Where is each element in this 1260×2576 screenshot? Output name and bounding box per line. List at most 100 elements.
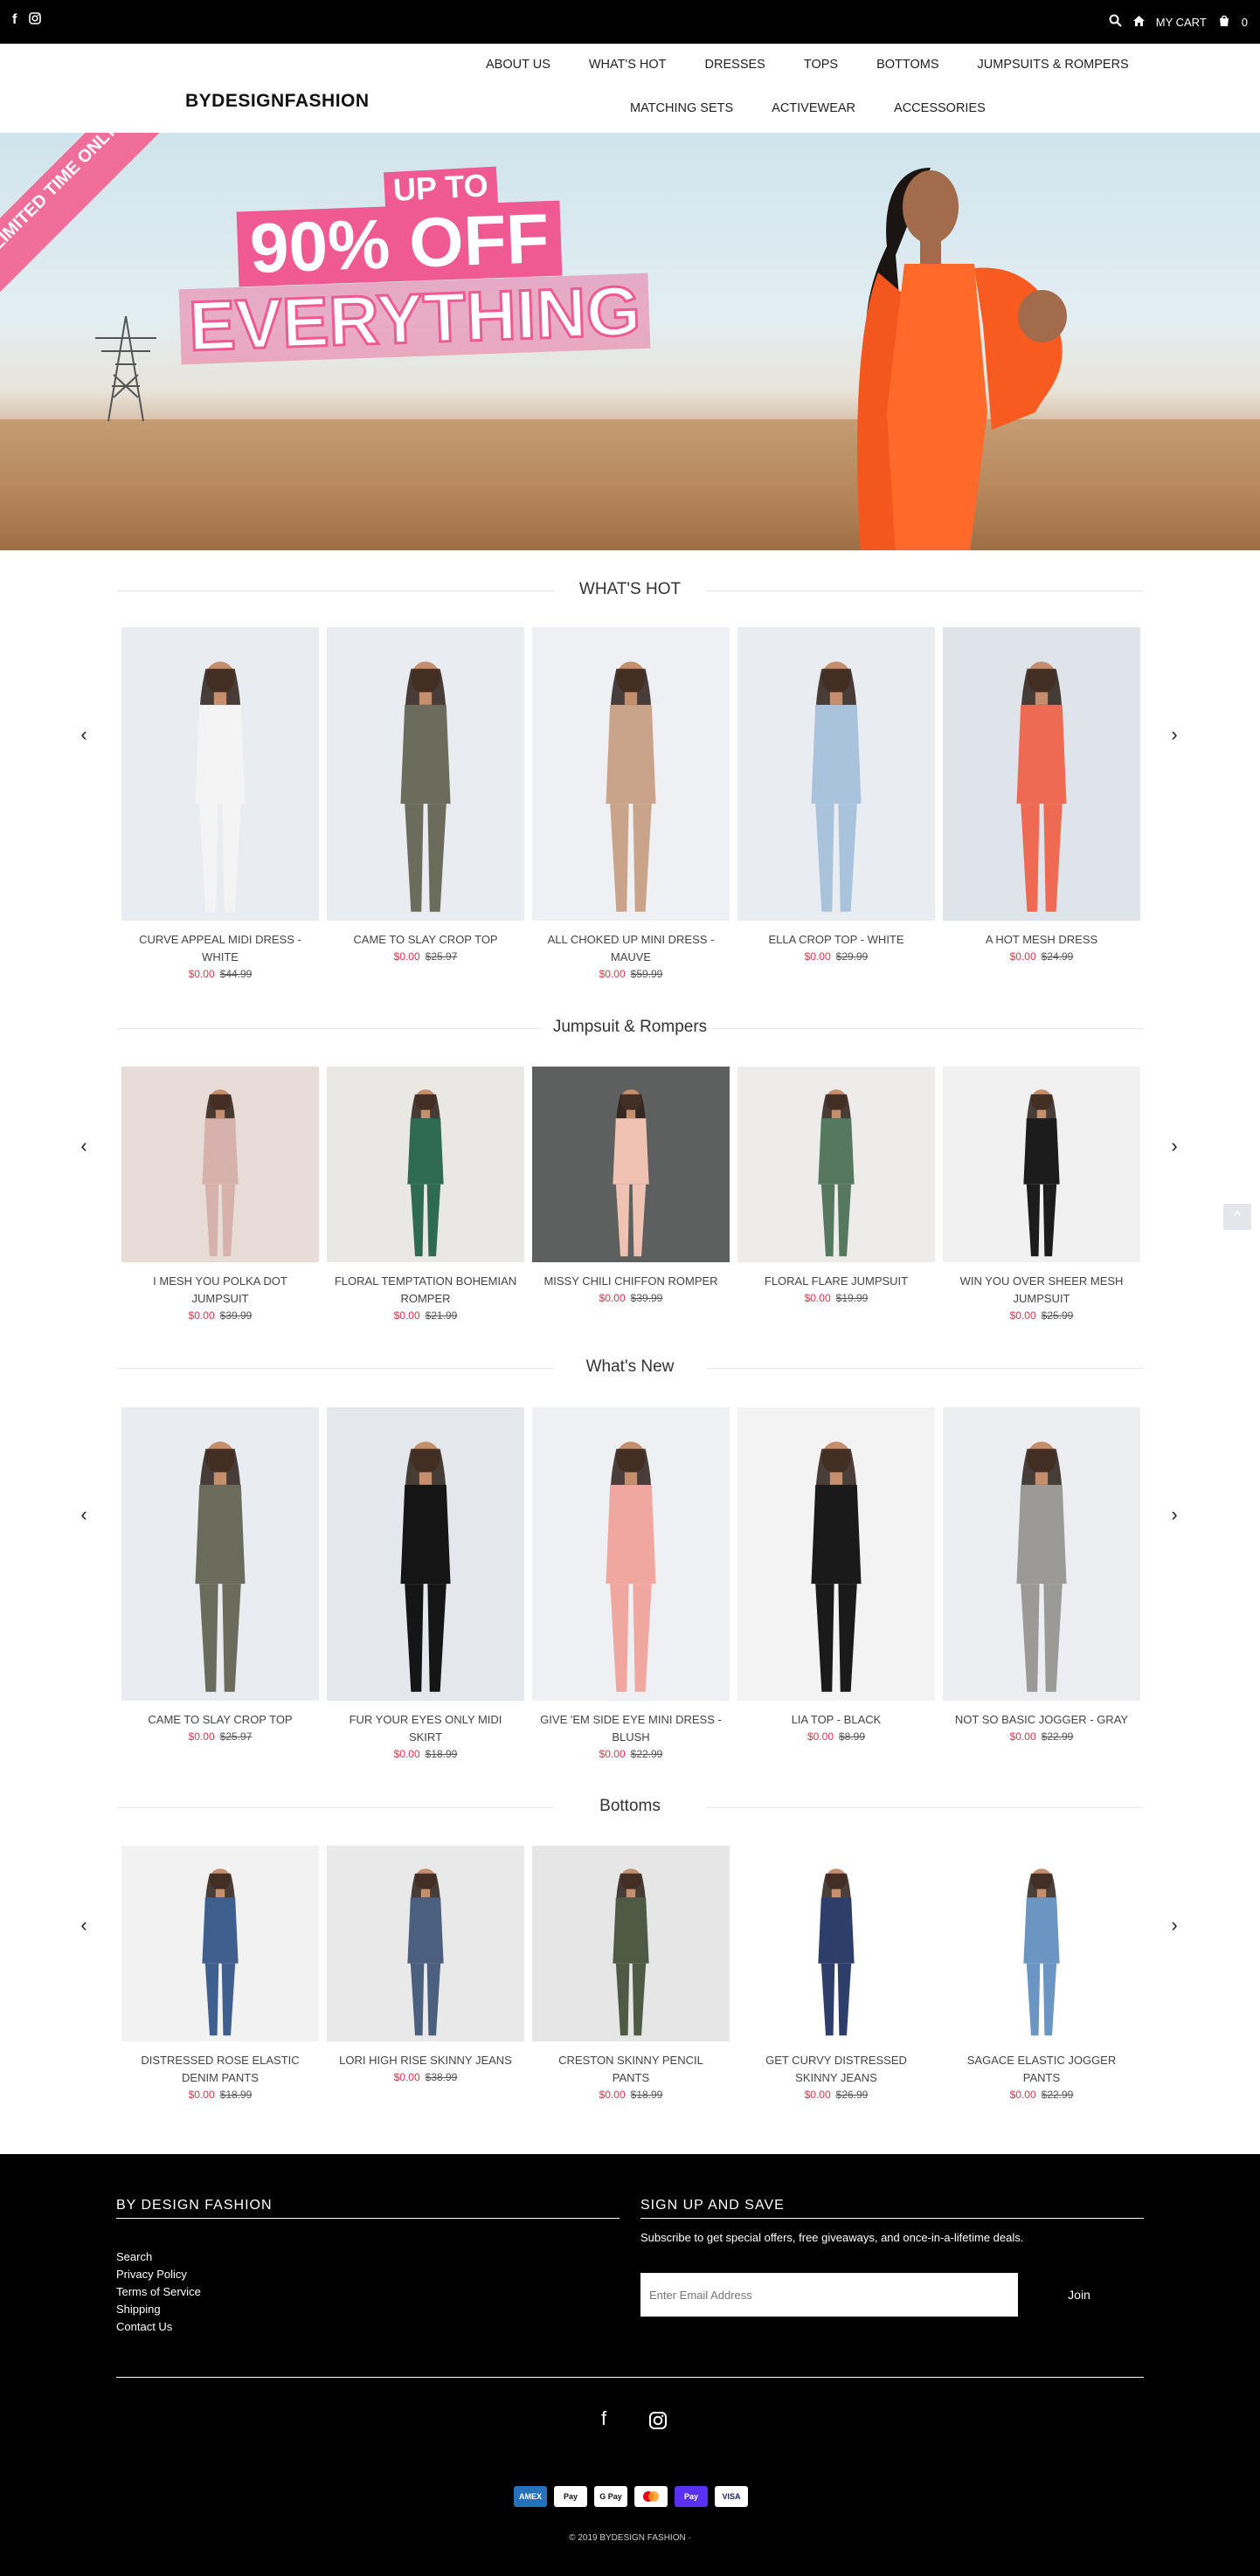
carousel-next-icon[interactable]: › bbox=[1166, 725, 1183, 744]
product-image[interactable] bbox=[327, 1067, 524, 1262]
nav-item-bottoms[interactable]: BOTTOMS bbox=[857, 58, 958, 72]
product-price: $0.00 $18.99 bbox=[532, 2087, 730, 2103]
search-icon[interactable] bbox=[1109, 14, 1122, 30]
footer-link-privacy-policy[interactable]: Privacy Policy bbox=[116, 2266, 201, 2283]
facebook-icon[interactable]: f bbox=[12, 12, 17, 29]
product-name[interactable]: LORI HIGH RISE SKINNY JEANS bbox=[327, 2052, 524, 2069]
product-image[interactable] bbox=[737, 1067, 935, 1262]
home-icon[interactable] bbox=[1132, 15, 1146, 30]
product-image[interactable] bbox=[737, 1846, 935, 2041]
product-price: $0.00 $25.97 bbox=[327, 949, 524, 964]
product-card[interactable]: GIVE 'EM SIDE EYE MINI DRESS - BLUSH $0.0… bbox=[532, 1407, 730, 1762]
product-name[interactable]: WIN YOU OVER SHEER MESH JUMPSUIT bbox=[943, 1273, 1140, 1308]
product-card[interactable]: CAME TO SLAY CROP TOP $0.00 $25.97 bbox=[121, 1407, 319, 1744]
product-name[interactable]: CAME TO SLAY CROP TOP bbox=[121, 1711, 319, 1729]
product-image[interactable] bbox=[121, 1846, 319, 2041]
product-image[interactable] bbox=[532, 1846, 730, 2041]
product-card[interactable]: GET CURVY DISTRESSED SKINNY JEANS $0.00 $2… bbox=[737, 1846, 935, 2103]
product-name[interactable]: FLORAL TEMPTATION BOHEMIAN ROMPER bbox=[327, 1273, 524, 1308]
footer-link-contact-us[interactable]: Contact Us bbox=[116, 2318, 201, 2336]
product-image[interactable] bbox=[327, 1846, 524, 2041]
carousel-next-icon[interactable]: › bbox=[1166, 1505, 1183, 1524]
carousel-prev-icon[interactable]: ‹ bbox=[75, 725, 93, 744]
product-name[interactable]: CAME TO SLAY CROP TOP bbox=[327, 931, 524, 949]
product-name[interactable]: GET CURVY DISTRESSED SKINNY JEANS bbox=[737, 2052, 935, 2087]
product-card[interactable]: LIA TOP - BLACK $0.00 $8.99 bbox=[737, 1407, 935, 1744]
footer-link-terms-of-service[interactable]: Terms of Service bbox=[116, 2283, 201, 2301]
carousel-next-icon[interactable]: › bbox=[1166, 1136, 1183, 1156]
product-card[interactable]: NOT SO BASIC JOGGER - GRAY $0.00 $22.99 bbox=[943, 1407, 1140, 1744]
product-image[interactable] bbox=[121, 627, 319, 921]
product-image[interactable] bbox=[737, 1407, 935, 1701]
footer-link-shipping[interactable]: Shipping bbox=[116, 2301, 201, 2318]
nav-item-matching-sets[interactable]: MATCHING SETS bbox=[611, 101, 752, 115]
product-image[interactable] bbox=[532, 1067, 730, 1262]
product-name[interactable]: NOT SO BASIC JOGGER - GRAY bbox=[943, 1711, 1140, 1729]
product-image[interactable] bbox=[532, 627, 730, 921]
product-name[interactable]: I MESH YOU POLKA DOT JUMPSUIT bbox=[121, 1273, 319, 1308]
product-image[interactable] bbox=[327, 1407, 524, 1701]
nav-item-whats-hot[interactable]: WHAT'S HOT bbox=[570, 58, 686, 72]
product-card[interactable]: SAGACE ELASTIC JOGGER PANTS $0.00 $22.99 bbox=[943, 1846, 1140, 2103]
product-image[interactable] bbox=[943, 1846, 1140, 2041]
nav-item-accessories[interactable]: ACCESSORIES bbox=[875, 101, 1005, 115]
newsletter-join-button[interactable]: Join bbox=[1031, 2273, 1127, 2317]
footer-instagram-icon[interactable] bbox=[648, 2411, 668, 2435]
product-name[interactable]: ALL CHOKED UP MINI DRESS - MAUVE bbox=[532, 931, 730, 966]
instagram-icon[interactable] bbox=[29, 12, 42, 29]
product-card[interactable]: FUR YOUR EYES ONLY MIDI SKIRT $0.00 $18.99 bbox=[327, 1407, 524, 1762]
carousel-next-icon[interactable]: › bbox=[1166, 1916, 1183, 1935]
product-card[interactable]: FLORAL TEMPTATION BOHEMIAN ROMPER $0.00 $2… bbox=[327, 1067, 524, 1323]
product-card[interactable]: LORI HIGH RISE SKINNY JEANS $0.00 $38.99 bbox=[327, 1846, 524, 2085]
product-image[interactable] bbox=[943, 1407, 1140, 1701]
back-to-top-button[interactable]: ^ bbox=[1223, 1204, 1251, 1230]
product-image[interactable] bbox=[737, 627, 935, 921]
product-name[interactable]: LIA TOP - BLACK bbox=[737, 1711, 935, 1729]
product-price: $0.00 $22.99 bbox=[532, 1746, 730, 1762]
product-card[interactable]: ELLA CROP TOP - WHITE $0.00 $29.99 bbox=[737, 627, 935, 964]
carousel-prev-icon[interactable]: ‹ bbox=[75, 1916, 93, 1935]
product-card[interactable]: ALL CHOKED UP MINI DRESS - MAUVE $0.00 $59… bbox=[532, 627, 730, 982]
product-card[interactable]: MISSY CHILI CHIFFON ROMPER $0.00 $39.99 bbox=[532, 1067, 730, 1306]
cart-icon[interactable] bbox=[1217, 14, 1231, 30]
product-name[interactable]: MISSY CHILI CHIFFON ROMPER bbox=[532, 1273, 730, 1290]
product-card[interactable]: FLORAL FLARE JUMPSUIT $0.00 $19.99 bbox=[737, 1067, 935, 1306]
product-card[interactable]: CAME TO SLAY CROP TOP $0.00 $25.97 bbox=[327, 627, 524, 964]
product-name[interactable]: GIVE 'EM SIDE EYE MINI DRESS - BLUSH bbox=[532, 1711, 730, 1746]
product-price: $0.00 $21.99 bbox=[327, 1308, 524, 1323]
product-card[interactable]: A HOT MESH DRESS $0.00 $24.99 bbox=[943, 627, 1140, 964]
product-image[interactable] bbox=[121, 1407, 319, 1701]
product-image[interactable] bbox=[121, 1067, 319, 1262]
product-card[interactable]: CURVE APPEAL MIDI DRESS - WHITE $0.00 $44.… bbox=[121, 627, 319, 982]
carousel-prev-icon[interactable]: ‹ bbox=[75, 1505, 93, 1524]
nav-item-activewear[interactable]: ACTIVEWEAR bbox=[752, 101, 875, 115]
footer-link-search[interactable]: Search bbox=[116, 2248, 201, 2266]
product-card[interactable]: DISTRESSED ROSE ELASTIC DENIM PANTS $0.00… bbox=[121, 1846, 319, 2103]
product-name[interactable]: FUR YOUR EYES ONLY MIDI SKIRT bbox=[327, 1711, 524, 1746]
site-logo[interactable]: BYDESIGNFASHION bbox=[185, 91, 370, 112]
newsletter-email-input[interactable] bbox=[640, 2273, 1018, 2317]
product-name[interactable]: FLORAL FLARE JUMPSUIT bbox=[737, 1273, 935, 1290]
product-name[interactable]: SAGACE ELASTIC JOGGER PANTS bbox=[943, 2052, 1140, 2087]
product-image[interactable] bbox=[943, 627, 1140, 921]
hero-banner[interactable]: LIMITED TIME ONLY UP TO 90% OFF EVERYTHI… bbox=[0, 133, 1260, 550]
product-name[interactable]: DISTRESSED ROSE ELASTIC DENIM PANTS bbox=[121, 2052, 319, 2087]
product-card[interactable]: I MESH YOU POLKA DOT JUMPSUIT $0.00 $39.99 bbox=[121, 1067, 319, 1323]
carousel-prev-icon[interactable]: ‹ bbox=[75, 1136, 93, 1156]
nav-item-about-us[interactable]: ABOUT US bbox=[467, 58, 570, 72]
product-image[interactable] bbox=[532, 1407, 730, 1701]
nav-item-tops[interactable]: TOPS bbox=[785, 58, 857, 72]
product-name[interactable]: CRESTON SKINNY PENCIL PANTS bbox=[532, 2052, 730, 2087]
product-image[interactable] bbox=[327, 627, 524, 921]
original-price: $8.99 bbox=[839, 1730, 866, 1743]
product-card[interactable]: CRESTON SKINNY PENCIL PANTS $0.00 $18.99 bbox=[532, 1846, 730, 2103]
product-name[interactable]: CURVE APPEAL MIDI DRESS - WHITE bbox=[121, 931, 319, 966]
product-image[interactable] bbox=[943, 1067, 1140, 1262]
nav-item-dresses[interactable]: DRESSES bbox=[686, 58, 785, 72]
nav-item-jumpsuits-rompers[interactable]: JUMPSUITS & ROMPERS bbox=[959, 58, 1148, 72]
product-name[interactable]: A HOT MESH DRESS bbox=[943, 931, 1140, 949]
cart-link[interactable]: MY CART bbox=[1156, 16, 1207, 29]
product-name[interactable]: ELLA CROP TOP - WHITE bbox=[737, 931, 935, 949]
product-card[interactable]: WIN YOU OVER SHEER MESH JUMPSUIT $0.00 $25… bbox=[943, 1067, 1140, 1323]
footer-facebook-icon[interactable]: f bbox=[601, 2407, 606, 2430]
